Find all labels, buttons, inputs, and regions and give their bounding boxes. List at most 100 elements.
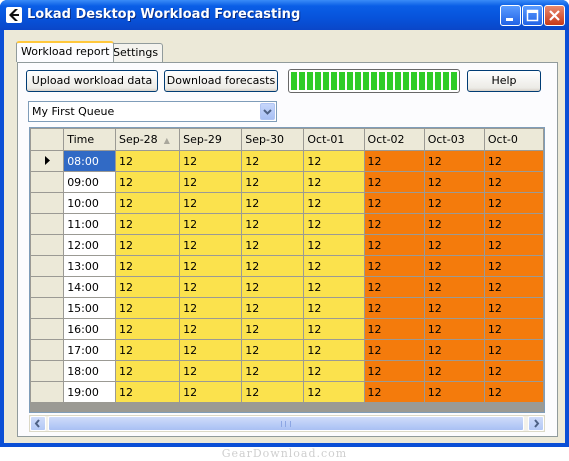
column-header[interactable]: Sep-30 xyxy=(241,128,305,151)
value-cell[interactable]: 12 xyxy=(483,297,544,319)
value-cell[interactable]: 12 xyxy=(423,318,485,340)
time-cell[interactable]: 13:00 xyxy=(63,255,116,277)
time-cell[interactable]: 14:00 xyxy=(63,276,116,298)
horizontal-scrollbar[interactable] xyxy=(29,415,545,432)
value-cell[interactable]: 12 xyxy=(303,171,365,193)
column-header[interactable]: Oct-02 xyxy=(363,128,425,151)
value-cell[interactable]: 12 xyxy=(179,255,243,277)
value-cell[interactable]: 12 xyxy=(483,381,544,403)
row-header[interactable] xyxy=(30,360,65,382)
value-cell[interactable]: 12 xyxy=(423,381,485,403)
value-cell[interactable]: 12 xyxy=(179,171,243,193)
value-cell[interactable]: 12 xyxy=(483,339,544,361)
value-cell[interactable]: 12 xyxy=(114,339,181,361)
value-cell[interactable]: 12 xyxy=(423,276,485,298)
column-header[interactable]: Oct-01 xyxy=(303,128,365,151)
scroll-left-button[interactable] xyxy=(30,416,46,431)
value-cell[interactable]: 12 xyxy=(303,234,365,256)
value-cell[interactable]: 12 xyxy=(363,255,425,277)
value-cell[interactable]: 12 xyxy=(303,255,365,277)
time-cell[interactable]: 17:00 xyxy=(63,339,116,361)
value-cell[interactable]: 12 xyxy=(303,276,365,298)
value-cell[interactable]: 12 xyxy=(363,234,425,256)
value-cell[interactable]: 12 xyxy=(179,360,243,382)
value-cell[interactable]: 12 xyxy=(423,192,485,214)
row-header[interactable] xyxy=(30,276,65,298)
tab-workload-report[interactable]: Workload report xyxy=(16,41,115,62)
value-cell[interactable]: 12 xyxy=(241,297,305,319)
value-cell[interactable]: 12 xyxy=(483,150,544,172)
row-header[interactable] xyxy=(30,255,65,277)
value-cell[interactable]: 12 xyxy=(241,213,305,235)
value-cell[interactable]: 12 xyxy=(179,297,243,319)
value-cell[interactable]: 12 xyxy=(483,255,544,277)
row-header[interactable] xyxy=(30,213,65,235)
value-cell[interactable]: 12 xyxy=(423,171,485,193)
row-header[interactable] xyxy=(30,192,65,214)
row-header[interactable] xyxy=(30,318,65,340)
value-cell[interactable]: 12 xyxy=(241,381,305,403)
table-row[interactable]: 11:00 12 12 12 12 12 12 12 xyxy=(30,213,544,235)
value-cell[interactable]: 12 xyxy=(241,150,305,172)
value-cell[interactable]: 12 xyxy=(241,360,305,382)
value-cell[interactable]: 12 xyxy=(483,318,544,340)
value-cell[interactable]: 12 xyxy=(179,234,243,256)
value-cell[interactable]: 12 xyxy=(303,381,365,403)
table-row[interactable]: 08:00 12 12 12 12 12 12 12 xyxy=(30,150,544,172)
table-row[interactable]: 14:00 12 12 12 12 12 12 12 xyxy=(30,276,544,298)
column-header[interactable]: Oct-03 xyxy=(423,128,485,151)
value-cell[interactable]: 12 xyxy=(363,213,425,235)
close-button[interactable] xyxy=(544,5,565,26)
value-cell[interactable]: 12 xyxy=(114,360,181,382)
value-cell[interactable]: 12 xyxy=(303,150,365,172)
table-row[interactable]: 17:00 12 12 12 12 12 12 12 xyxy=(30,339,544,361)
column-header[interactable]: Sep-29 xyxy=(179,128,243,151)
value-cell[interactable]: 12 xyxy=(179,381,243,403)
table-row[interactable]: 19:00 12 12 12 12 12 12 12 xyxy=(30,381,544,403)
time-cell[interactable]: 18:00 xyxy=(63,360,116,382)
value-cell[interactable]: 12 xyxy=(114,213,181,235)
value-cell[interactable]: 12 xyxy=(241,255,305,277)
value-cell[interactable]: 12 xyxy=(363,192,425,214)
value-cell[interactable]: 12 xyxy=(483,192,544,214)
value-cell[interactable]: 12 xyxy=(241,339,305,361)
value-cell[interactable]: 12 xyxy=(114,276,181,298)
workload-grid[interactable]: Time Sep-28 ▲ Sep-29 Sep-30 Oct-01 Oct-02 Oct-0… xyxy=(29,127,545,413)
value-cell[interactable]: 12 xyxy=(179,192,243,214)
title-bar[interactable]: Lokad Desktop Workload Forecasting xyxy=(0,0,569,30)
scroll-right-button[interactable] xyxy=(528,416,544,431)
value-cell[interactable]: 12 xyxy=(179,318,243,340)
value-cell[interactable]: 12 xyxy=(114,255,181,277)
time-cell[interactable]: 11:00 xyxy=(63,213,116,235)
value-cell[interactable]: 12 xyxy=(303,360,365,382)
row-header[interactable] xyxy=(30,150,65,172)
table-row[interactable]: 15:00 12 12 12 12 12 12 12 xyxy=(30,297,544,319)
column-header[interactable]: Time xyxy=(63,128,116,151)
minimize-button[interactable] xyxy=(500,5,521,26)
row-header[interactable] xyxy=(30,381,65,403)
chevron-down-icon[interactable] xyxy=(260,103,275,120)
value-cell[interactable]: 12 xyxy=(303,297,365,319)
value-cell[interactable]: 12 xyxy=(179,213,243,235)
value-cell[interactable]: 12 xyxy=(114,297,181,319)
value-cell[interactable]: 12 xyxy=(241,318,305,340)
column-header[interactable]: Oct-0 xyxy=(483,128,544,151)
row-header[interactable] xyxy=(30,171,65,193)
value-cell[interactable]: 12 xyxy=(114,318,181,340)
time-cell[interactable]: 19:00 xyxy=(63,381,116,403)
table-row[interactable]: 12:00 12 12 12 12 12 12 12 xyxy=(30,234,544,256)
value-cell[interactable]: 12 xyxy=(303,192,365,214)
value-cell[interactable]: 12 xyxy=(303,213,365,235)
value-cell[interactable]: 12 xyxy=(114,381,181,403)
column-header[interactable]: Sep-28 ▲ xyxy=(114,128,181,151)
value-cell[interactable]: 12 xyxy=(363,318,425,340)
tab-settings[interactable]: Settings xyxy=(108,43,164,62)
table-row[interactable]: 09:00 12 12 12 12 12 12 12 xyxy=(30,171,544,193)
table-row[interactable]: 18:00 12 12 12 12 12 12 12 xyxy=(30,360,544,382)
time-cell[interactable]: 08:00 xyxy=(63,150,116,172)
value-cell[interactable]: 12 xyxy=(114,234,181,256)
table-row[interactable]: 16:00 12 12 12 12 12 12 12 xyxy=(30,318,544,340)
value-cell[interactable]: 12 xyxy=(241,276,305,298)
value-cell[interactable]: 12 xyxy=(241,171,305,193)
value-cell[interactable]: 12 xyxy=(363,150,425,172)
